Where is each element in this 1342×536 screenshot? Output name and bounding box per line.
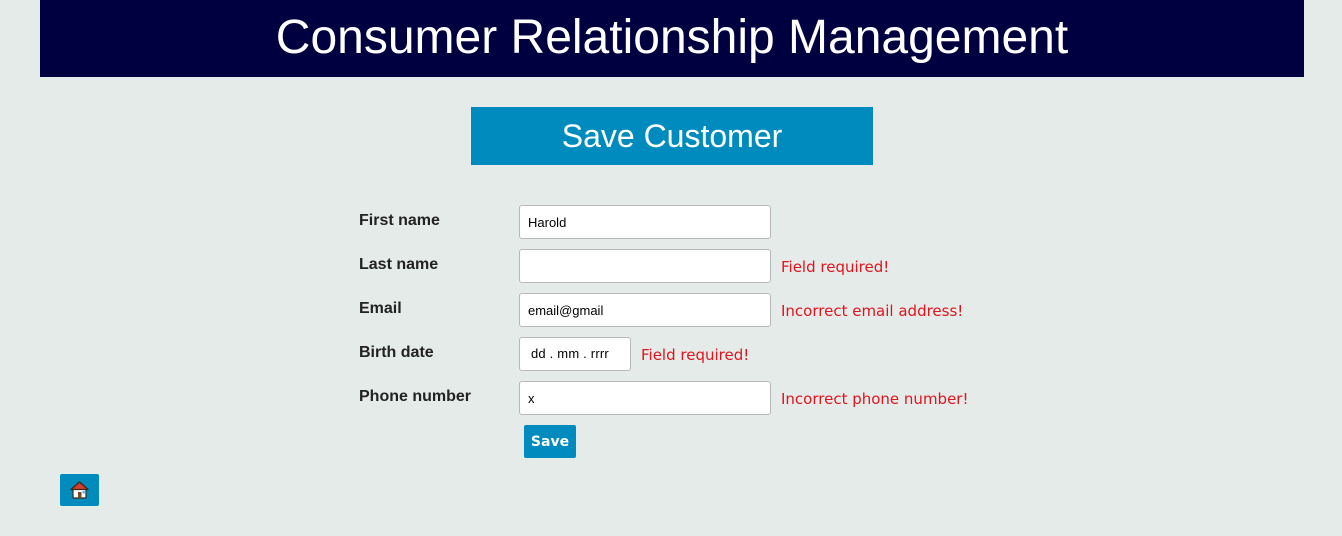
last-name-error: Field required!	[781, 258, 890, 276]
home-icon	[70, 481, 89, 499]
email-error: Incorrect email address!	[781, 302, 964, 320]
home-button[interactable]	[60, 474, 99, 506]
last-name-label: Last name	[359, 256, 439, 273]
app-header: Consumer Relationship Management	[40, 0, 1304, 77]
birth-date-error: Field required!	[641, 346, 750, 364]
phone-number-field[interactable]	[519, 381, 771, 415]
email-field[interactable]	[519, 293, 771, 327]
birth-date-label: Birth date	[359, 344, 434, 361]
phone-number-label: Phone number	[359, 388, 472, 405]
phone-number-error: Incorrect phone number!	[781, 390, 969, 408]
email-label: Email	[359, 300, 402, 317]
page-title-text: Save Customer	[561, 118, 783, 154]
app-title: Consumer Relationship Management	[275, 11, 1069, 64]
page-title: Save Customer	[471, 107, 873, 165]
first-name-label: First name	[359, 212, 440, 229]
first-name-field[interactable]	[519, 205, 771, 239]
birth-date-field[interactable]	[519, 337, 631, 371]
last-name-field[interactable]	[519, 249, 771, 283]
save-button[interactable]: Save	[524, 425, 576, 458]
